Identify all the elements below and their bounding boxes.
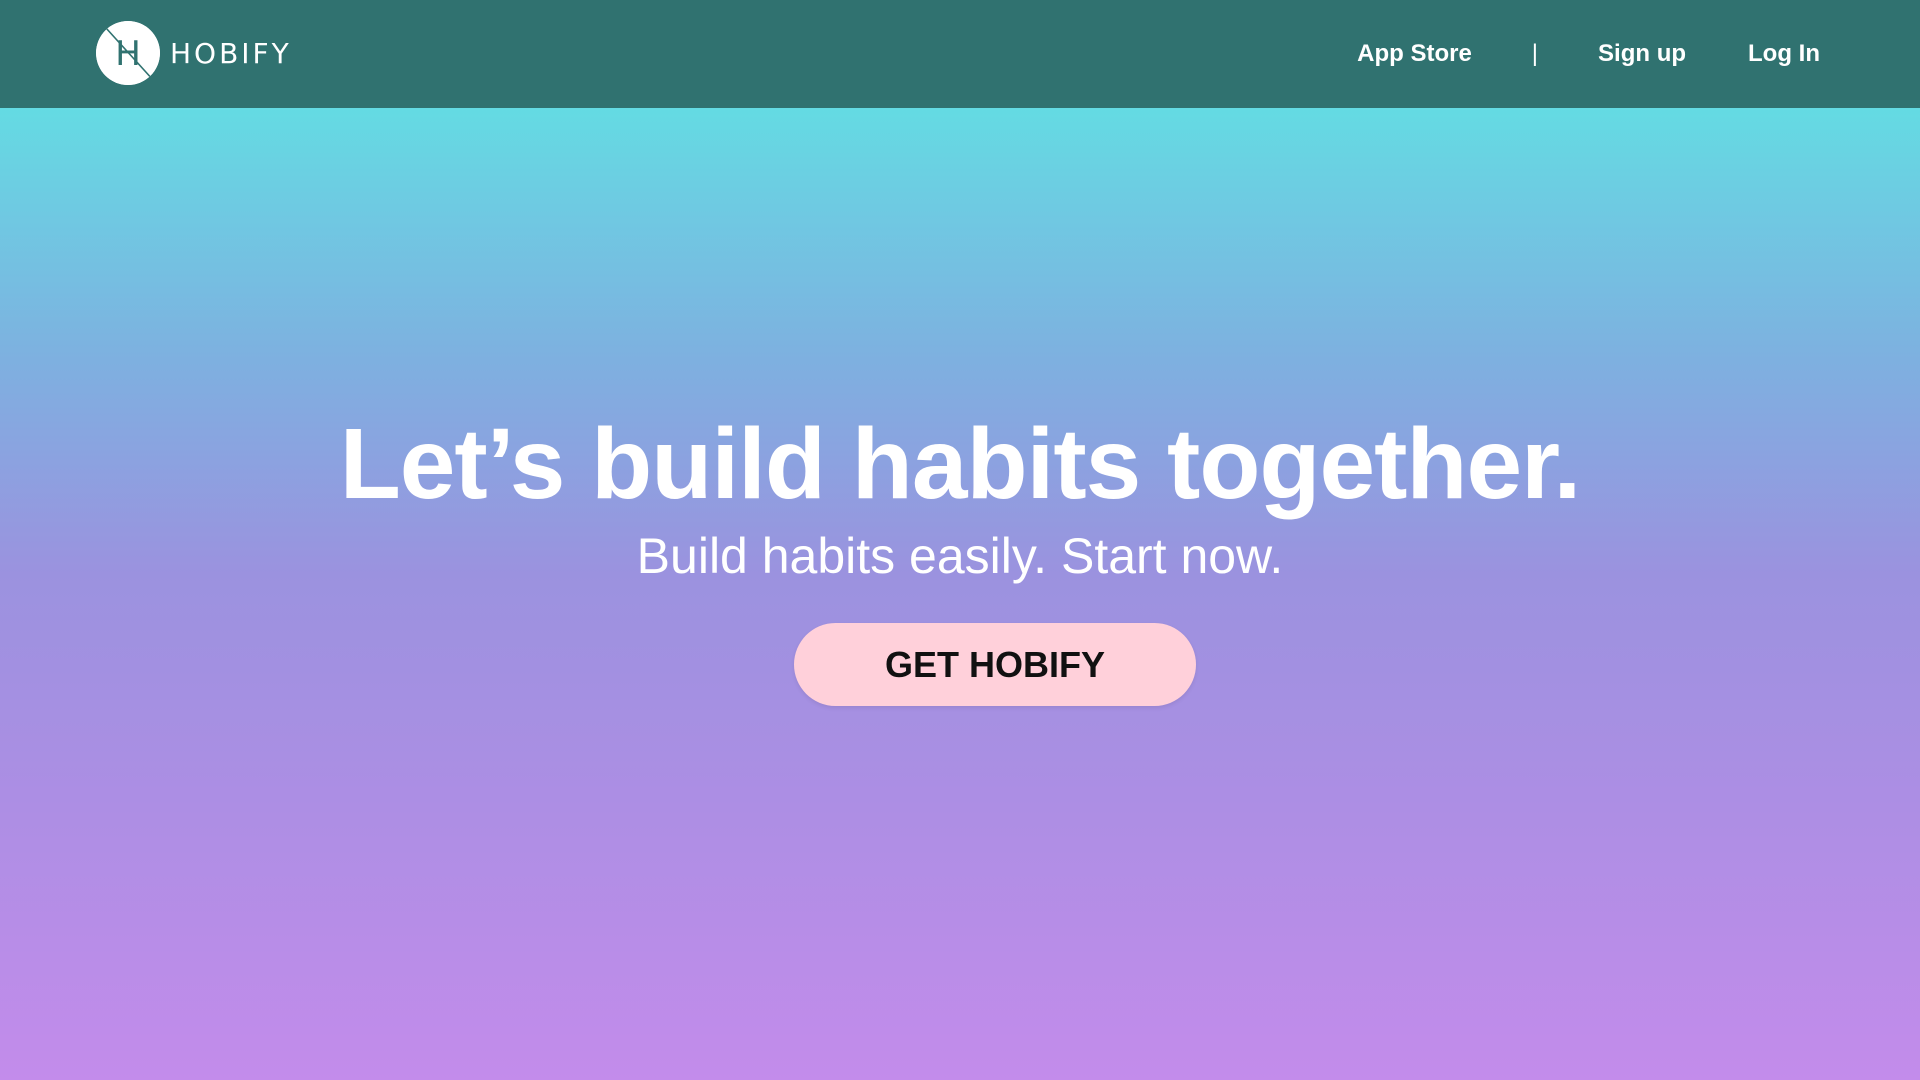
main-nav: App Store | Sign up Log In bbox=[1357, 0, 1820, 108]
get-hobify-button[interactable]: GET HOBIFY bbox=[794, 623, 1196, 706]
nav-separator: | bbox=[1531, 40, 1539, 67]
hero-headline: Let’s build habits together. bbox=[339, 408, 1582, 520]
log-in-link[interactable]: Log In bbox=[1748, 40, 1820, 68]
app-store-link[interactable]: App Store bbox=[1357, 40, 1472, 68]
hero-section: Let’s build habits together. Build habit… bbox=[0, 108, 1920, 1080]
top-navigation-bar: H HOBIFY App Store | Sign up Log In bbox=[0, 0, 1920, 108]
hero-subheadline: Build habits easily. Start now. bbox=[636, 528, 1284, 584]
logo-letter: H bbox=[115, 34, 141, 74]
brand-logo-link[interactable]: H HOBIFY bbox=[96, 21, 292, 85]
brand-name: HOBIFY bbox=[170, 36, 292, 70]
sign-up-link[interactable]: Sign up bbox=[1598, 40, 1686, 68]
logo-icon: H bbox=[96, 21, 160, 85]
